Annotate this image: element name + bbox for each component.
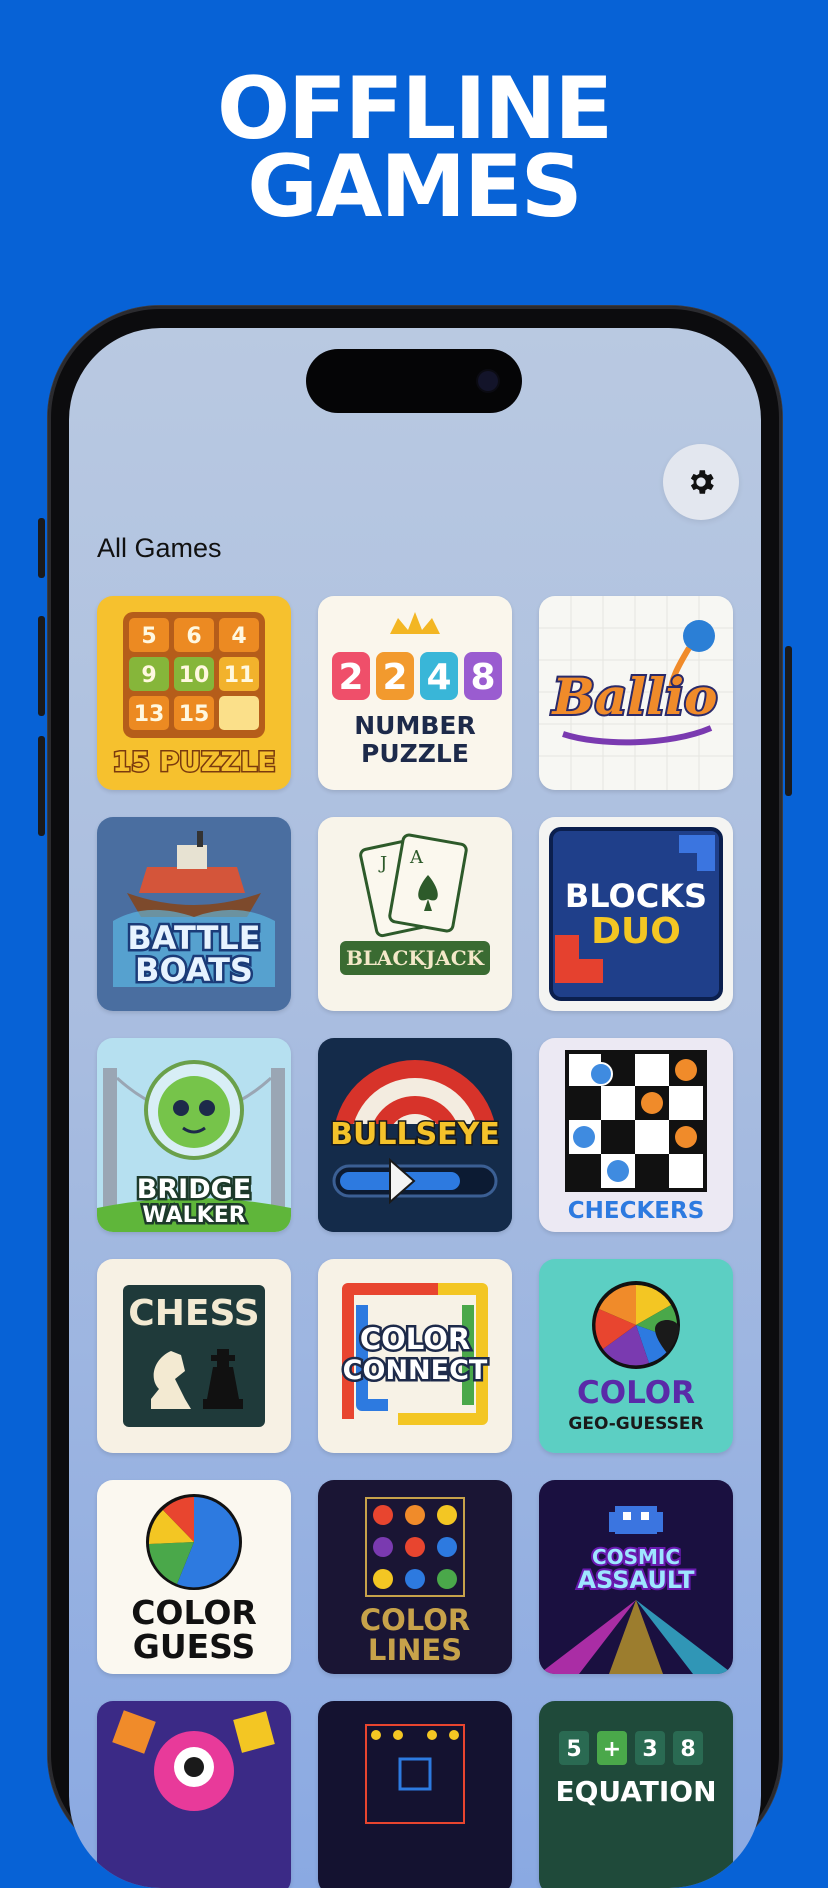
settings-button[interactable] bbox=[663, 444, 739, 520]
equation-token: 3 bbox=[642, 1737, 657, 1762]
game-title-line-2: BOATS bbox=[135, 951, 253, 989]
game-tile-color-connect[interactable]: COLOR CONNECT bbox=[318, 1259, 512, 1453]
game-tile-2248[interactable]: 2 2 4 8 NUMBER PUZZLE bbox=[318, 596, 512, 790]
front-camera bbox=[478, 371, 498, 391]
volume-up-button bbox=[38, 616, 45, 716]
volume-down-button bbox=[38, 736, 45, 836]
equation-token: 8 bbox=[680, 1737, 695, 1762]
game-tile-15-puzzle[interactable]: 5 6 4 9 10 11 13 15 15 PUZZLE bbox=[97, 596, 291, 790]
game-tile-cube-creature[interactable] bbox=[97, 1701, 291, 1888]
game-tile-color-geo-guesser[interactable]: COLOR GEO-GUESSER bbox=[539, 1259, 733, 1453]
game-title: BLACKJACK bbox=[346, 946, 485, 970]
game-tile-color-guess[interactable]: COLOR GUESS bbox=[97, 1480, 291, 1674]
headline-line-2: GAMES bbox=[247, 137, 582, 237]
game-title-line-2: ASSAULT bbox=[577, 1566, 695, 1594]
game-tile-bridge-walker[interactable]: BRIDGE WALKER bbox=[97, 1038, 291, 1232]
digit-label: 2 bbox=[338, 657, 363, 698]
headline: OFFLINE GAMES bbox=[0, 66, 828, 237]
game-title-line-1: COLOR bbox=[360, 1322, 470, 1356]
game-title: CHECKERS bbox=[568, 1198, 705, 1224]
game-title-line-2: WALKER bbox=[142, 1203, 245, 1228]
game-tile-blocks-duo[interactable]: BLOCKS DUO bbox=[539, 817, 733, 1011]
game-title-line-1: NUMBER bbox=[354, 711, 475, 740]
game-tile-blackjack[interactable]: J A BLACKJACK bbox=[318, 817, 512, 1011]
card-rank: A bbox=[409, 847, 424, 868]
equation-token: 5 bbox=[566, 1737, 581, 1762]
dynamic-island bbox=[306, 349, 522, 413]
game-title-line-2: GUESS bbox=[133, 1627, 255, 1666]
game-title-line-2: GEO-GUESSER bbox=[568, 1414, 703, 1434]
power-button bbox=[785, 646, 792, 796]
puzzle-tile-number: 9 bbox=[141, 663, 156, 688]
game-title-line-2: PUZZLE bbox=[361, 739, 469, 768]
game-title-line-1: COLOR bbox=[360, 1603, 470, 1637]
game-tile-bullseye[interactable]: BULLSEYE bbox=[318, 1038, 512, 1232]
game-tile-battle-boats[interactable]: BATTLE BOATS bbox=[97, 817, 291, 1011]
game-tile-color-lines[interactable]: COLOR LINES bbox=[318, 1480, 512, 1674]
game-title-line-1: BLOCKS bbox=[565, 877, 707, 915]
game-title-line-2: LINES bbox=[368, 1633, 462, 1667]
game-tile-checkers[interactable]: CHECKERS bbox=[539, 1038, 733, 1232]
puzzle-tile-number: 6 bbox=[186, 624, 201, 649]
phone-frame: All Games 5 6 4 9 10 11 13 15 15 PUZZLE … bbox=[38, 306, 792, 1888]
digit-label: 2 bbox=[382, 657, 407, 698]
action-button bbox=[38, 518, 45, 578]
game-title-line-2: DUO bbox=[591, 911, 681, 952]
game-tile-ballio[interactable]: Ballio bbox=[539, 596, 733, 790]
equation-token: + bbox=[603, 1737, 621, 1762]
puzzle-tile-number: 15 bbox=[179, 702, 210, 727]
game-title: CHESS bbox=[128, 1293, 259, 1334]
section-title: All Games bbox=[97, 533, 222, 563]
game-title-line-1: COLOR bbox=[577, 1375, 695, 1411]
game-tile-equation[interactable]: 5 + 3 8 EQUATION bbox=[539, 1701, 733, 1888]
puzzle-tile-number: 11 bbox=[224, 663, 255, 688]
puzzle-tile-number: 4 bbox=[231, 624, 246, 649]
digit-label: 4 bbox=[426, 657, 451, 698]
game-title-line-1: BRIDGE bbox=[137, 1174, 251, 1205]
puzzle-tile-number: 13 bbox=[134, 702, 165, 727]
game-title-line-2: CONNECT bbox=[343, 1355, 488, 1386]
game-title: BULLSEYE bbox=[330, 1117, 500, 1152]
puzzle-tile-number: 5 bbox=[141, 624, 156, 649]
game-tile-dots[interactable] bbox=[318, 1701, 512, 1888]
digit-label: 8 bbox=[470, 657, 495, 698]
game-tile-cosmic-assault[interactable]: COSMIC ASSAULT bbox=[539, 1480, 733, 1674]
game-title: Ballio bbox=[551, 667, 718, 726]
card-rank-back: J bbox=[378, 853, 387, 874]
game-tile-chess[interactable]: CHESS bbox=[97, 1259, 291, 1453]
game-title: EQUATION bbox=[555, 1775, 716, 1808]
gear-icon bbox=[690, 470, 714, 494]
puzzle-tile-number: 10 bbox=[179, 663, 210, 688]
game-title: 15 PUZZLE bbox=[112, 747, 276, 778]
phone-screen: All Games 5 6 4 9 10 11 13 15 15 PUZZLE … bbox=[69, 328, 761, 1888]
